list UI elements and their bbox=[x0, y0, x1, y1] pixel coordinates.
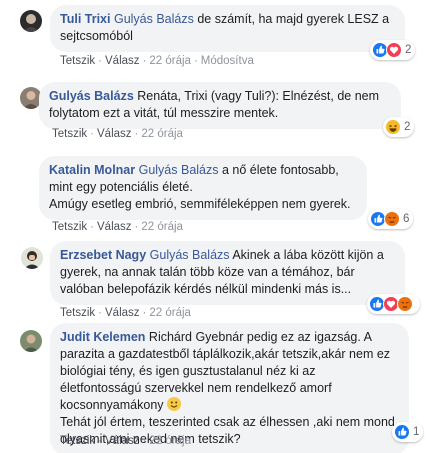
timestamp[interactable]: 22 órája bbox=[141, 128, 183, 140]
comment-actions: Tetszik · Válasz · 22 órája bbox=[60, 435, 191, 447]
like-link[interactable]: Tetszik bbox=[60, 55, 95, 67]
comment-bubble: Katalin Molnar Gulyás Balázs a nő élete … bbox=[39, 156, 367, 220]
reply-link[interactable]: Válasz bbox=[97, 221, 132, 233]
reply-link[interactable]: Válasz bbox=[105, 307, 140, 319]
reactions-summary[interactable] bbox=[367, 294, 420, 314]
timestamp[interactable]: 22 órája bbox=[149, 55, 191, 67]
reaction-count: 2 bbox=[405, 44, 412, 56]
reactions-summary[interactable]: 1 bbox=[392, 422, 424, 442]
reaction-count: 1 bbox=[413, 426, 420, 438]
avatar[interactable] bbox=[21, 247, 43, 269]
like-icon bbox=[394, 424, 410, 440]
comment-actions: Tetszik · Válasz · 22 órája bbox=[52, 128, 183, 140]
comment-text-line-2: Amúgy esetleg embrió, semmiféleképpen ne… bbox=[49, 197, 351, 211]
angry-icon bbox=[384, 211, 400, 227]
reactions-summary[interactable]: 6 bbox=[368, 209, 414, 229]
reply-link[interactable]: Válasz bbox=[105, 435, 140, 447]
reply-link[interactable]: Válasz bbox=[97, 128, 132, 140]
like-link[interactable]: Tetszik bbox=[60, 307, 95, 319]
comment-author[interactable]: Gulyás Balázs bbox=[49, 89, 134, 103]
timestamp[interactable]: 22 órája bbox=[149, 435, 191, 447]
avatar[interactable] bbox=[20, 10, 42, 32]
comment-text: de számít, ha majd gyerek LESZ a sejtcso… bbox=[60, 12, 390, 43]
comment-author[interactable]: Katalin Molnar bbox=[49, 163, 135, 177]
comment-bubble: Tuli Trixi Gulyás Balázs de számít, ha m… bbox=[50, 5, 405, 52]
comment-author[interactable]: Judit Kelemen bbox=[60, 330, 145, 344]
mention-link[interactable]: Gulyás Balázs bbox=[150, 248, 230, 262]
mention-link[interactable]: Gulyás Balázs bbox=[139, 163, 219, 177]
angry-icon bbox=[397, 296, 413, 312]
reaction-count: 6 bbox=[403, 213, 410, 225]
comment-bubble: Gulyás Balázs Renáta, Trixi (vagy Tuli?)… bbox=[39, 82, 401, 129]
love-icon bbox=[386, 42, 402, 58]
comment-actions: Tetszik · Válasz · 22 órája bbox=[60, 307, 191, 319]
comment-actions: Tetszik · Válasz · 22 órája bbox=[52, 221, 183, 233]
comment-actions: Tetszik · Válasz · 22 órája · Módosítva bbox=[60, 55, 254, 67]
edited-label[interactable]: Módosítva bbox=[201, 55, 254, 67]
timestamp[interactable]: 22 órája bbox=[149, 307, 191, 319]
comment-bubble: Erzsebet Nagy Gulyás Balázs Akinek a láb… bbox=[50, 241, 405, 305]
haha-icon bbox=[385, 119, 401, 135]
reaction-count: 2 bbox=[404, 121, 411, 133]
like-link[interactable]: Tetszik bbox=[52, 128, 87, 140]
comment-author[interactable]: Tuli Trixi bbox=[60, 12, 110, 26]
like-link[interactable]: Tetszik bbox=[60, 435, 95, 447]
timestamp[interactable]: 22 órája bbox=[141, 221, 183, 233]
smile-emoji-icon bbox=[167, 397, 182, 411]
reactions-summary[interactable]: 2 bbox=[383, 117, 415, 137]
like-link[interactable]: Tetszik bbox=[52, 221, 87, 233]
comment-author[interactable]: Erzsebet Nagy bbox=[60, 248, 146, 262]
mention-link[interactable]: Gulyás Balázs bbox=[114, 12, 194, 26]
reply-link[interactable]: Válasz bbox=[105, 55, 140, 67]
reactions-summary[interactable]: 2 bbox=[370, 40, 416, 60]
avatar[interactable] bbox=[20, 330, 42, 352]
